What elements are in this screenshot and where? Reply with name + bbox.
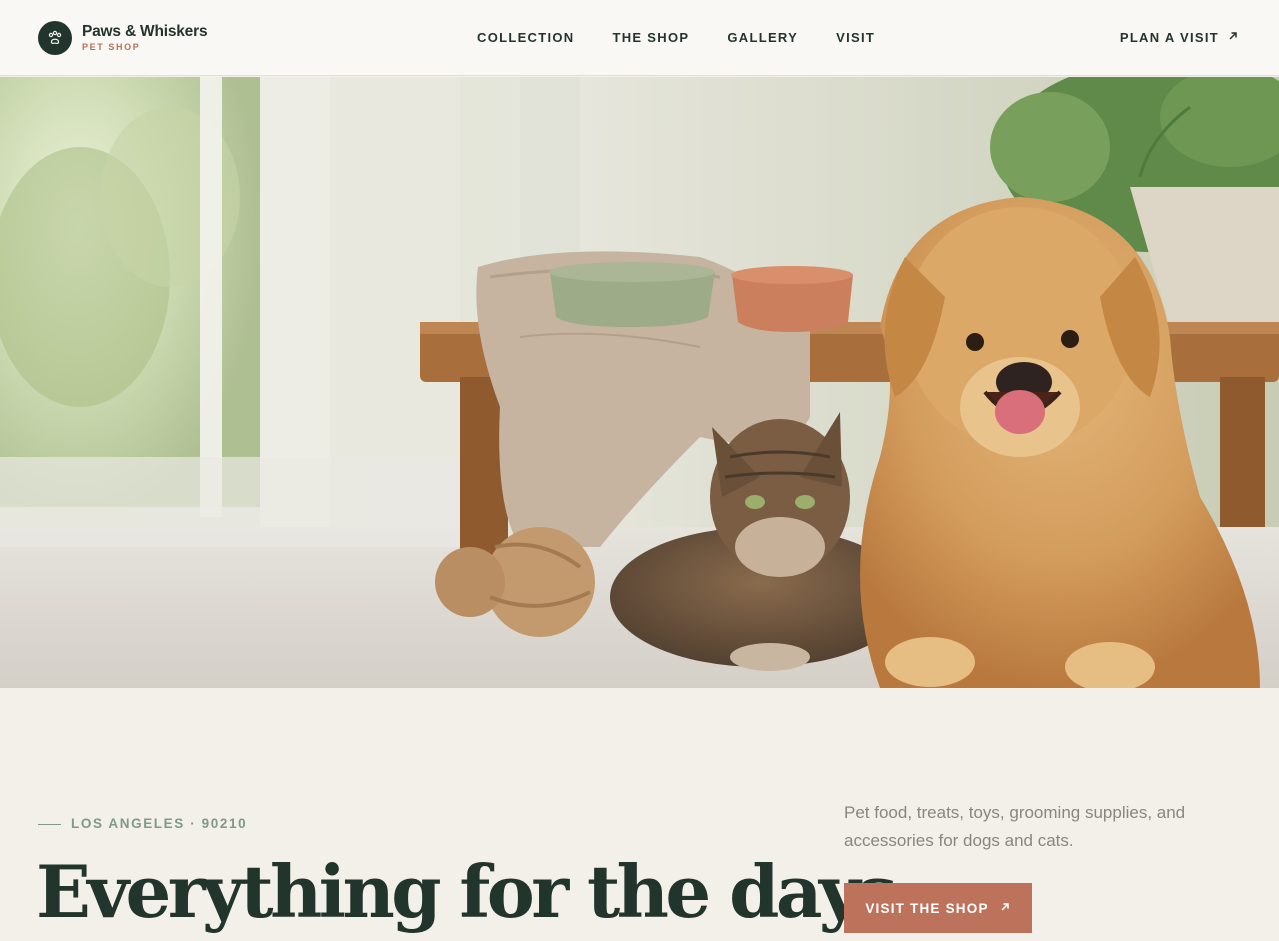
brand-subtitle: PET SHOP [82,42,141,52]
location-label: LOS ANGELES · 90210 [71,816,248,831]
nav-item-the-shop[interactable]: THE SHOP [613,30,690,45]
paw-icon [38,21,72,55]
nav-item-collection[interactable]: COLLECTION [477,30,575,45]
brand-text: Paws & Whiskers PET SHOP [82,23,208,53]
shop-description: Pet food, treats, toys, grooming supplie… [844,803,1186,850]
hero-image [0,77,1279,688]
main-nav: COLLECTION THE SHOP GALLERY VISIT [477,30,875,45]
nav-item-visit[interactable]: VISIT [836,30,875,45]
arrow-up-right-icon [1227,30,1239,45]
location-eyebrow: LOS ANGELES · 90210 [38,816,247,832]
plan-a-visit-label: PLAN A VISIT [1119,30,1219,45]
brand-logo-link[interactable]: Paws & Whiskers PET SHOP [38,21,208,55]
nav-item-gallery[interactable]: GALLERY [727,30,798,45]
visit-the-shop-label: VISIT THE SHOP [865,900,989,916]
eyebrow-divider [38,823,61,825]
brand-name: Paws & Whiskers [82,23,208,40]
site-header: Paws & Whiskers PET SHOP COLLECTION THE … [0,0,1279,76]
visit-the-shop-button[interactable]: VISIT THE SHOP [844,883,1032,933]
arrow-up-right-icon [999,901,1011,916]
plan-a-visit-link[interactable]: PLAN A VISIT [1120,30,1239,45]
page-headline: Everything for the days [36,849,898,934]
